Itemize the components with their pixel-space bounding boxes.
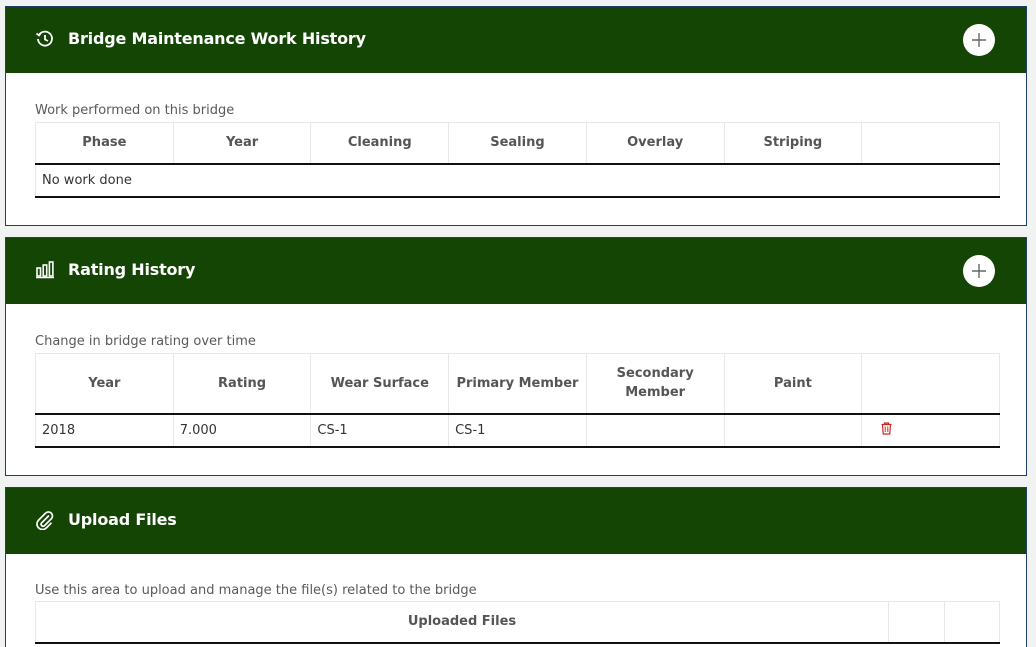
add-maintenance-button[interactable]	[963, 24, 995, 56]
table-row: No work done	[35, 163, 1000, 198]
col-rating: Rating	[172, 353, 311, 415]
col-overlay: Overlay	[585, 122, 725, 165]
rating-card: Rating History Change in bridge rating o…	[5, 237, 1027, 476]
col-phase: Phase	[35, 122, 174, 165]
upload-table: Uploaded Files	[35, 601, 1000, 644]
cell-paint	[723, 413, 862, 448]
col-actions	[861, 122, 1000, 165]
col-actions	[861, 353, 1000, 415]
paperclip-icon	[35, 510, 55, 531]
upload-card: Upload Files Use this area to upload and…	[5, 487, 1027, 647]
cell-wear-surface: CS-1	[310, 413, 449, 448]
col-paint: Paint	[723, 353, 862, 415]
upload-header: Upload Files	[6, 488, 1026, 554]
col-uploaded-files: Uploaded Files	[35, 601, 889, 644]
rating-table: Year Rating Wear Surface Primary Member …	[35, 353, 1000, 448]
cell-secondary-member	[585, 413, 725, 448]
col-year: Year	[35, 353, 174, 415]
upload-description: Use this area to upload and manage the f…	[35, 583, 477, 598]
col-cleaning: Cleaning	[310, 122, 449, 165]
col-sealing: Sealing	[448, 122, 587, 165]
cell-year: 2018	[35, 413, 174, 448]
upload-title: Upload Files	[68, 510, 177, 529]
trash-icon[interactable]	[881, 421, 892, 439]
bar-chart-icon	[35, 260, 55, 280]
history-icon	[35, 29, 55, 49]
maintenance-card: Bridge Maintenance Work History Work per…	[5, 6, 1027, 226]
col-extra-1	[888, 601, 944, 644]
empty-message: No work done	[35, 163, 1000, 198]
maintenance-description: Work performed on this bridge	[35, 103, 235, 118]
col-striping: Striping	[723, 122, 862, 165]
rating-title: Rating History	[68, 260, 196, 279]
add-rating-button[interactable]	[963, 255, 995, 287]
cell-primary-member: CS-1	[448, 413, 587, 448]
col-extra-2	[943, 601, 1000, 644]
col-wear-surface: Wear Surface	[310, 353, 449, 415]
cell-actions	[861, 413, 1000, 448]
col-secondary-member: Secondary Member	[585, 353, 725, 415]
rating-header: Rating History	[6, 238, 1026, 304]
maintenance-table: Phase Year Cleaning Sealing Overlay Stri…	[35, 122, 1000, 198]
maintenance-title: Bridge Maintenance Work History	[68, 29, 366, 48]
cell-rating: 7.000	[172, 413, 311, 448]
maintenance-header: Bridge Maintenance Work History	[6, 7, 1026, 73]
col-primary-member: Primary Member	[448, 353, 587, 415]
table-row: 2018 7.000 CS-1 CS-1	[35, 413, 1000, 448]
col-year: Year	[172, 122, 311, 165]
rating-description: Change in bridge rating over time	[35, 334, 256, 349]
